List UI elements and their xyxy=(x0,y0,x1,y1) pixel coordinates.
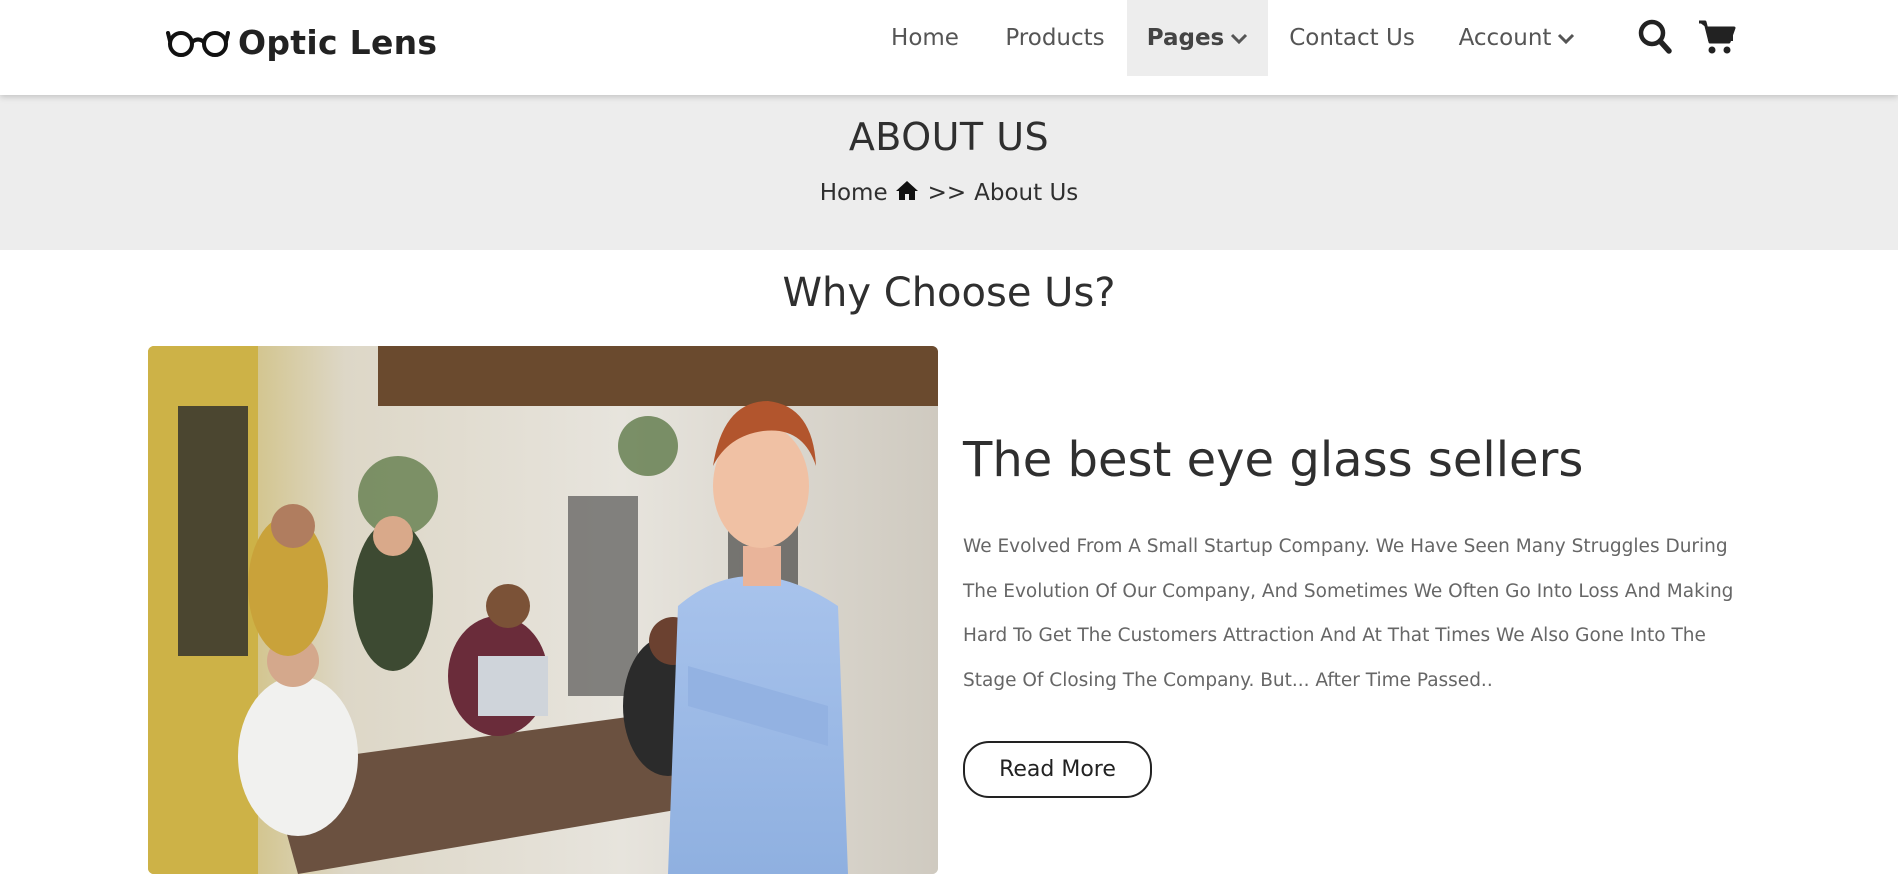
nav-pages-label: Pages xyxy=(1146,25,1225,51)
team-photo xyxy=(148,346,938,874)
content-paragraph: We Evolved From A Small Startup Company.… xyxy=(963,536,1734,691)
nav-home[interactable]: Home xyxy=(880,0,970,76)
breadcrumb-current: About Us xyxy=(974,180,1079,206)
section-title: Why Choose Us? xyxy=(782,270,1116,316)
search-icon[interactable] xyxy=(1637,18,1673,60)
nav-home-label: Home xyxy=(891,25,959,51)
brand-name: Optic Lens xyxy=(238,22,438,62)
breadcrumb-separator: >> xyxy=(927,180,967,206)
nav-products[interactable]: Products xyxy=(996,0,1114,76)
nav-contact-us[interactable]: Contact Us xyxy=(1286,0,1418,76)
brand-logo[interactable]: Optic Lens xyxy=(166,20,437,64)
chevron-down-icon xyxy=(1230,25,1248,51)
nav-pages[interactable]: Pages xyxy=(1127,0,1268,76)
page-banner: ABOUT US Home >> About Us xyxy=(0,95,1898,250)
page-title: ABOUT US xyxy=(848,115,1050,159)
cart-icon[interactable] xyxy=(1697,18,1737,60)
read-more-button[interactable]: Read More xyxy=(963,741,1152,798)
home-icon[interactable] xyxy=(894,179,920,207)
breadcrumb-home-link[interactable]: Home xyxy=(820,180,888,206)
nav-account[interactable]: Account xyxy=(1452,0,1582,76)
nav-account-label: Account xyxy=(1458,25,1552,51)
chevron-down-icon xyxy=(1557,25,1575,51)
nav-contact-us-label: Contact Us xyxy=(1289,25,1415,51)
breadcrumb: Home >> About Us xyxy=(0,179,1898,207)
glasses-icon xyxy=(166,27,230,57)
site-header: Optic Lens Home Products Pages Contact U… xyxy=(0,0,1898,95)
content-heading: The best eye glass sellers xyxy=(963,432,1584,488)
nav-products-label: Products xyxy=(1005,25,1105,51)
